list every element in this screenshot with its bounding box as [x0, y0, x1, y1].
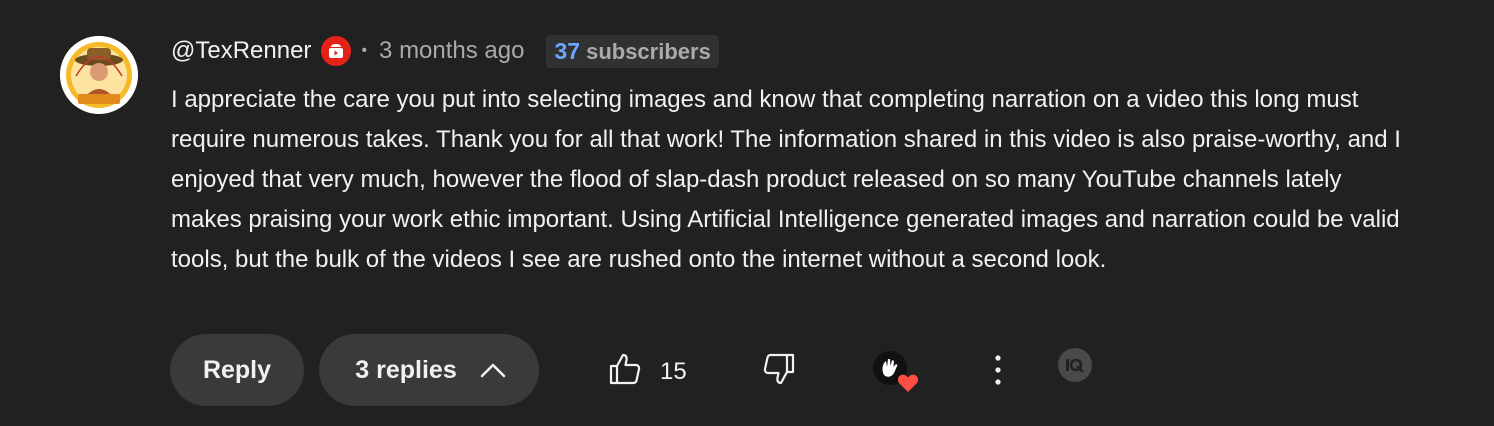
extension-icon[interactable] [1058, 348, 1092, 382]
comment-text: I appreciate the care you put into selec… [171, 86, 1401, 273]
dislike-button[interactable] [762, 352, 796, 391]
comment-timestamp[interactable]: 3 months ago [379, 37, 524, 65]
more-vertical-icon [992, 355, 1004, 390]
reply-button-label: Reply [202, 355, 272, 384]
comment-header: @TexRenner • 3 months ago 37 subscribers [171, 34, 719, 68]
thumbs-up-icon [608, 352, 642, 391]
subscriber-count: 37 [554, 37, 581, 64]
creator-heart [873, 351, 919, 397]
thumbs-down-icon [762, 353, 796, 390]
avatar-image [60, 36, 138, 114]
subscriber-count-badge: 37 subscribers [546, 34, 719, 68]
chevron-up-icon [479, 361, 507, 379]
replies-button-label: 3 replies [355, 355, 457, 384]
like-count: 15 [660, 357, 687, 385]
author-avatar[interactable] [60, 36, 138, 114]
comment-action-bar: Reply 3 replies 15 [170, 334, 1092, 406]
comment-thread: @TexRenner • 3 months ago 37 subscribers… [0, 0, 1494, 426]
youtube-creator-badge-icon [321, 36, 352, 66]
subscriber-label: subscribers [586, 38, 711, 64]
like-button[interactable]: 15 [608, 352, 687, 391]
author-name[interactable]: @TexRenner [171, 37, 311, 65]
creator-heart-icon [897, 373, 919, 398]
more-actions-button[interactable] [992, 354, 1004, 391]
view-replies-button[interactable]: 3 replies [319, 334, 539, 406]
reply-button[interactable]: Reply [170, 334, 304, 406]
separator-dot: • [361, 42, 368, 59]
